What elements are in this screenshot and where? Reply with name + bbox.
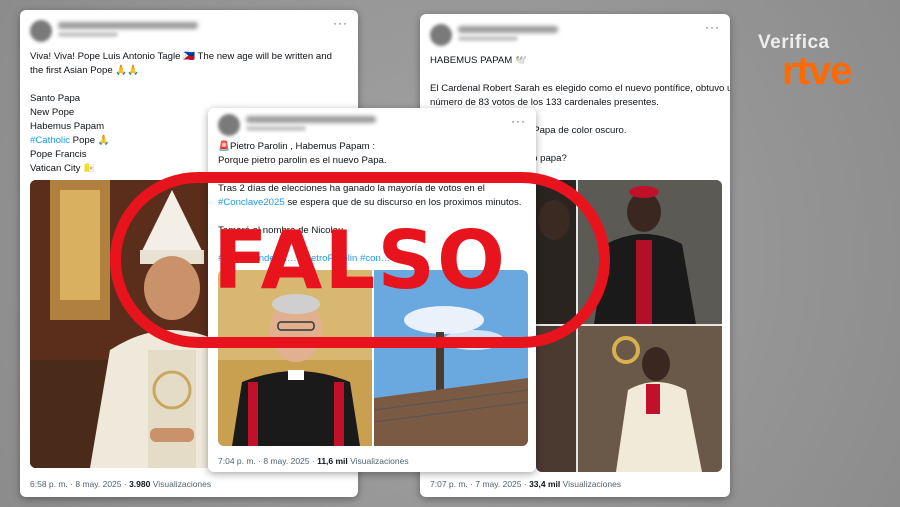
- blurred-username: [458, 26, 558, 33]
- tweet-meta: 7:04 p. m. · 8 may. 2025 · 11,6 mil Visu…: [218, 456, 409, 466]
- tweet-line: Viva! Viva! Pope Luis Antonio Tagle 🇵🇭 T…: [30, 51, 332, 62]
- tweet-views-count: 3.980: [129, 479, 151, 489]
- tweet-timestamp: 7:07 p. m. · 7 may. 2025 ·: [430, 479, 530, 489]
- tweet-timestamp: 7:04 p. m. · 8 may. 2025 ·: [218, 456, 318, 466]
- blurred-handle: [458, 36, 518, 41]
- tweet-spacer: [430, 68, 720, 82]
- brand-rtve-text: rtve: [782, 49, 852, 93]
- verifica-rtve-logo: Verifica rtve: [758, 32, 878, 93]
- tweet-line-rest: Pope 🙏: [70, 135, 110, 146]
- falso-stamp-text: FALSO: [213, 213, 507, 307]
- tweet-views-count: 11,6 mil: [317, 456, 348, 466]
- tweet-header: ···: [20, 10, 358, 50]
- tweet-views-label: Visualizaciones: [347, 456, 409, 466]
- tweet-views-label: Visualizaciones: [150, 479, 212, 489]
- more-options-icon[interactable]: ···: [705, 20, 720, 34]
- blurred-avatar: [30, 20, 52, 42]
- tweet-views-count: 33,4 mil: [529, 479, 561, 489]
- blurred-avatar: [218, 114, 240, 136]
- tweet-meta: 7:07 p. m. · 7 may. 2025 · 33,4 mil Visu…: [430, 479, 621, 489]
- more-options-icon[interactable]: ···: [333, 16, 348, 30]
- catholic-hashtag[interactable]: #Catholic: [30, 135, 70, 146]
- blurred-avatar: [430, 24, 452, 46]
- tweet-line: El Cardenal Robert Sarah es elegido como…: [430, 83, 730, 94]
- blurred-username: [246, 116, 376, 123]
- tweet-line: [30, 78, 348, 92]
- tweet-line: 🚨Pietro Parolin , Habemus Papam :: [218, 141, 375, 152]
- blurred-username: [58, 22, 198, 29]
- falso-stamp: FALSO: [110, 172, 610, 348]
- blurred-handle: [58, 32, 118, 37]
- blurred-handle: [246, 126, 306, 131]
- tweet-meta: 6:58 p. m. · 8 may. 2025 · 3.980 Visuali…: [30, 479, 211, 489]
- tweet-title: HABEMUS PAPAM 🕊️: [430, 55, 527, 66]
- tweet-header: ···: [420, 14, 730, 54]
- tweet-timestamp: 6:58 p. m. · 8 may. 2025 ·: [30, 479, 130, 489]
- tweet-line: the first Asian Pope 🙏🙏: [30, 65, 140, 76]
- more-options-icon[interactable]: ···: [511, 114, 526, 128]
- tweet-line: Santo Papa: [30, 93, 81, 104]
- tweet-views-label: Visualizaciones: [560, 479, 622, 489]
- tweet-line: Porque pietro parolin es el nuevo Papa.: [218, 155, 387, 166]
- tweet-header: ···: [208, 108, 536, 140]
